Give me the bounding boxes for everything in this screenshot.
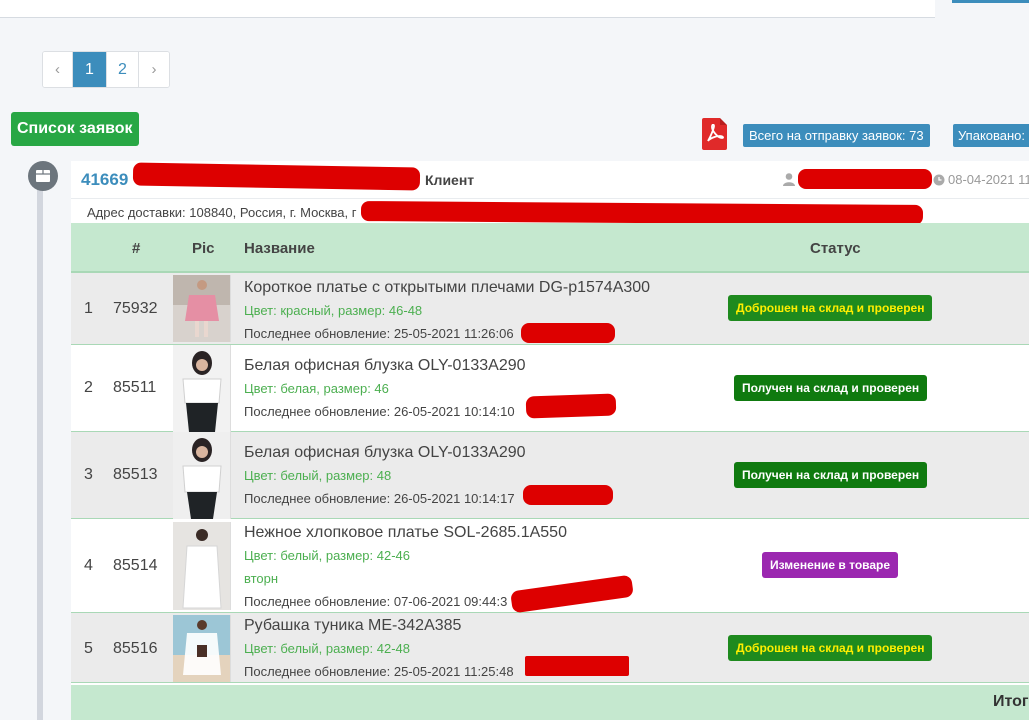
product-thumbnail[interactable]: [173, 432, 231, 519]
order-header: 41669 Клиент 08-04-2021 11: [71, 161, 1029, 199]
row-number: 2: [84, 379, 93, 396]
last-updated: Последнее обновление: 26-05-2021 10:14:1…: [244, 404, 515, 419]
row-number: 5: [84, 640, 93, 657]
top-search-field[interactable]: [0, 0, 935, 18]
product-note: вторн: [244, 571, 279, 586]
product-attributes: Цвет: белый, размер: 48: [244, 468, 392, 483]
product-thumbnail[interactable]: [173, 615, 231, 682]
product-name[interactable]: Нежное хлопковое платье SOL-2685.1A550: [244, 524, 567, 542]
user-icon: [782, 172, 796, 191]
packed-badge: Упаковано:: [953, 124, 1029, 147]
order-date: 08-04-2021 11: [948, 172, 1029, 187]
redaction-updated-by: [521, 323, 615, 343]
product-info: Белая офисная блузка OLY-0133A290 Цвет: …: [244, 357, 526, 419]
row-number: 3: [84, 466, 93, 483]
clock-icon: [933, 173, 945, 191]
box-icon: [28, 161, 58, 191]
header-name: Название: [244, 240, 315, 257]
product-attributes: Цвет: белая, размер: 46: [244, 381, 389, 396]
top-action-button[interactable]: [952, 0, 1029, 3]
product-attributes: Цвет: белый, размер: 42-48: [244, 641, 411, 656]
redaction-user: [798, 169, 932, 189]
order-card: 41669 Клиент 08-04-2021 11 Адрес доставк…: [71, 161, 1029, 720]
status-badge: Доброшен на склад и проверен: [728, 295, 933, 321]
product-thumbnail[interactable]: [173, 345, 231, 432]
pagination-prev[interactable]: ‹: [43, 52, 73, 87]
product-name[interactable]: Короткое платье с открытыми плечами DG-p…: [244, 279, 650, 297]
order-items-table: # Pic Название Статус 1 75932 Короткое п…: [71, 223, 1029, 683]
pdf-icon[interactable]: [702, 118, 727, 150]
item-id: 85514: [113, 557, 158, 574]
row-number: 4: [84, 557, 93, 574]
table-row[interactable]: 4 85514 Нежное хлопковое платье SOL-2685…: [71, 519, 1029, 614]
redaction-client-name: [132, 162, 421, 191]
table-row[interactable]: 3 85513 Белая офисная блузка OLY-0133A29…: [71, 432, 1029, 519]
status-badge: Получен на склад и проверен: [734, 375, 928, 401]
last-updated: Последнее обновление: 25-05-2021 11:25:4…: [244, 664, 514, 679]
table-footer-total: Итог: [71, 685, 1029, 720]
last-updated: Последнее обновление: 26-05-2021 10:14:1…: [244, 491, 515, 506]
order-id-link[interactable]: 41669: [81, 170, 128, 190]
total-label: Итог: [993, 693, 1029, 710]
header-hash: #: [132, 240, 141, 257]
product-name[interactable]: Рубашка туника ME-342A385: [244, 617, 514, 635]
status-badge: Изменение в товаре: [762, 552, 899, 578]
row-number: 1: [84, 300, 93, 317]
header-status: Статус: [810, 240, 861, 257]
timeline-line: [37, 175, 43, 720]
product-name[interactable]: Белая офисная блузка OLY-0133A290: [244, 444, 526, 462]
product-name[interactable]: Белая офисная блузка OLY-0133A290: [244, 357, 526, 375]
redaction-updated-by: [525, 393, 617, 419]
top-bar: [0, 0, 1029, 18]
total-to-ship-badge: Всего на отправку заявок: 73: [743, 124, 930, 147]
table-header: # Pic Название Статус: [71, 223, 1029, 273]
table-row[interactable]: 5 85516 Рубашка туника ME-342A385 Цвет: …: [71, 613, 1029, 683]
redaction-address: [360, 201, 924, 225]
product-attributes: Цвет: белый, размер: 42-46: [244, 548, 411, 563]
product-attributes: Цвет: красный, размер: 46-48: [244, 303, 423, 318]
client-label: Клиент: [425, 172, 475, 188]
product-info: Рубашка туника ME-342A385 Цвет: белый, р…: [244, 617, 514, 679]
pagination-page-2[interactable]: 2: [107, 52, 139, 87]
header-pic: Pic: [192, 240, 215, 257]
product-thumbnail[interactable]: [173, 522, 231, 610]
list-title-badge: Список заявок: [11, 112, 139, 146]
redaction-updated-by: [525, 656, 629, 676]
item-id: 75932: [113, 300, 158, 317]
product-thumbnail[interactable]: [173, 275, 231, 342]
table-row[interactable]: 2 85511 Белая офисная блузка OLY-0133A29…: [71, 345, 1029, 432]
delivery-address: Адрес доставки: 108840, Россия, г. Москв…: [87, 205, 357, 220]
pagination-page-1[interactable]: 1: [73, 52, 107, 87]
status-badge: Доброшен на склад и проверен: [728, 635, 933, 661]
pagination: ‹ 1 2 ›: [42, 51, 170, 88]
item-id: 85516: [113, 640, 158, 657]
item-id: 85513: [113, 466, 158, 483]
table-row[interactable]: 1 75932 Короткое платье с открытыми плеч…: [71, 273, 1029, 345]
redaction-updated-by: [523, 485, 613, 505]
pagination-next[interactable]: ›: [139, 52, 169, 87]
item-id: 85511: [113, 379, 157, 396]
status-badge: Получен на склад и проверен: [734, 462, 928, 488]
product-info: Белая офисная блузка OLY-0133A290 Цвет: …: [244, 444, 526, 506]
